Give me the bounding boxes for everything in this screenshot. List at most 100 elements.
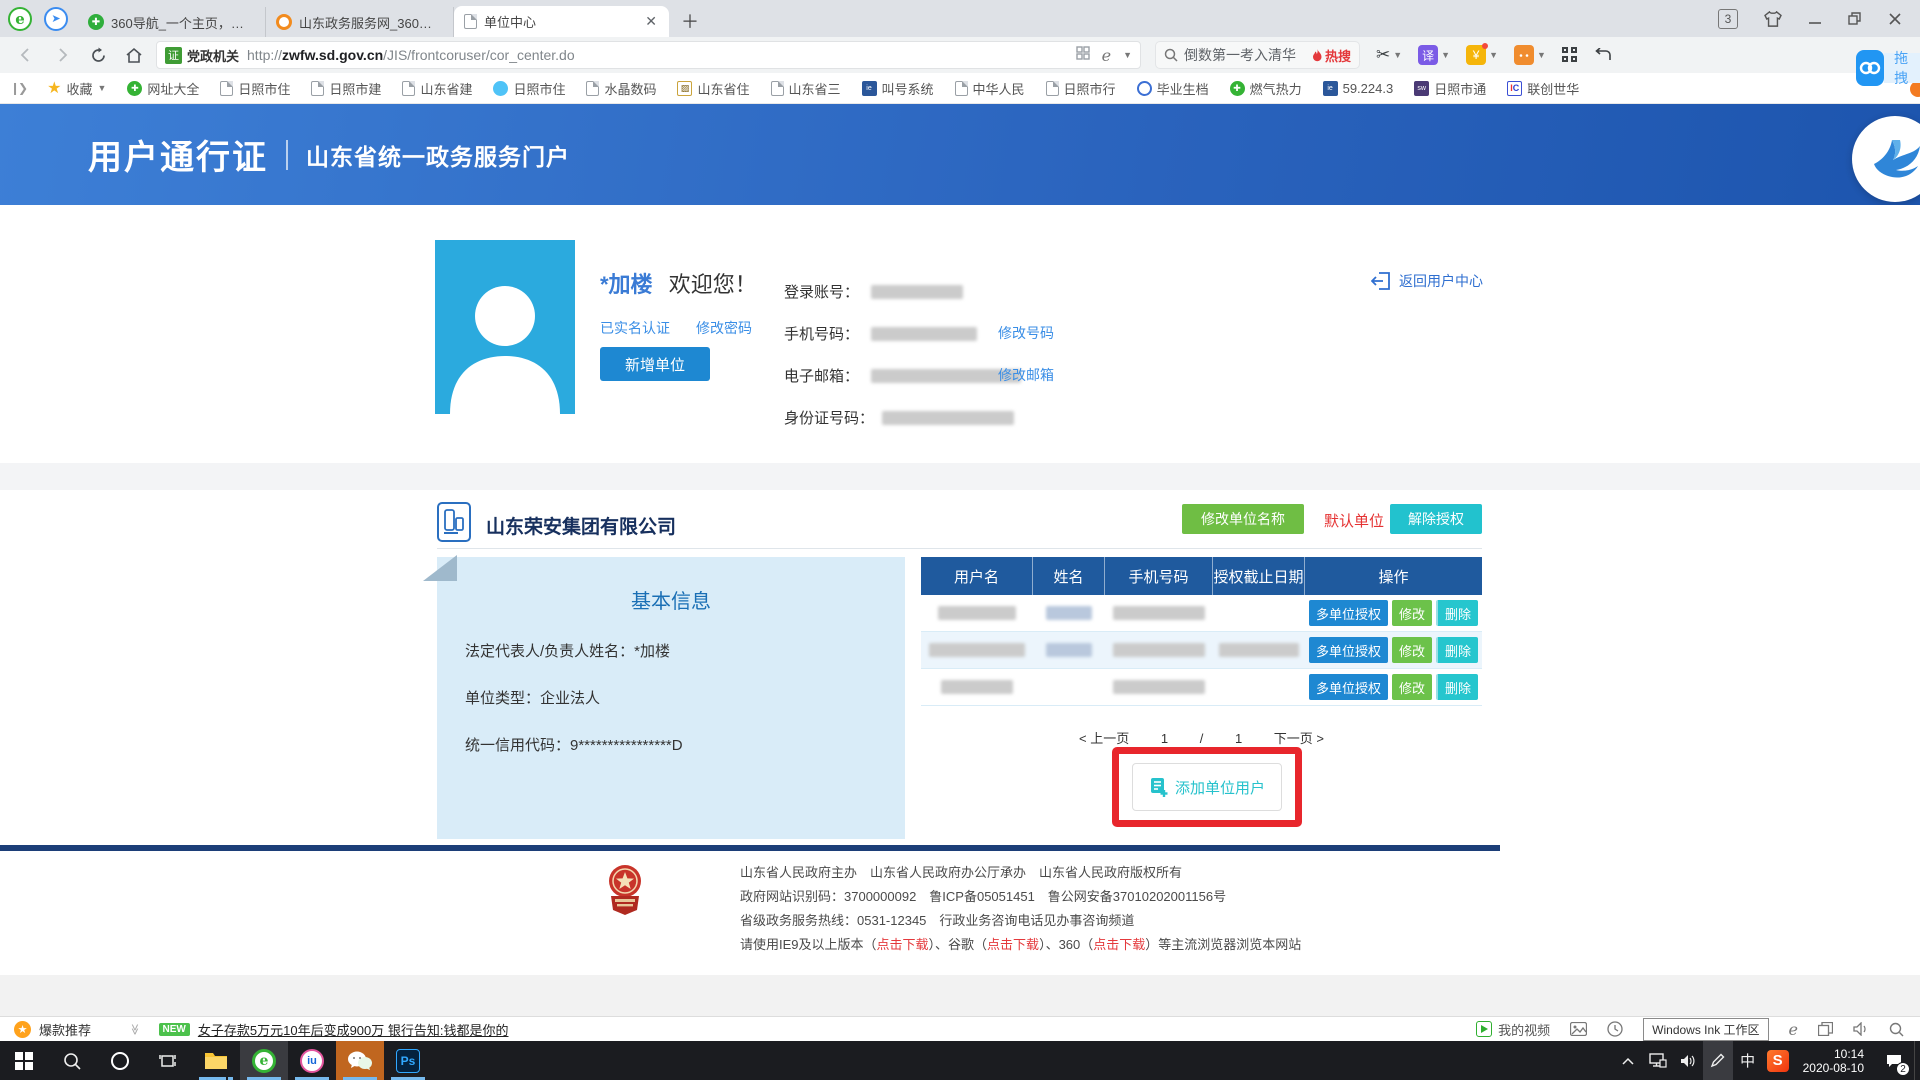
speaker-icon[interactable]	[1853, 1022, 1869, 1036]
ie-mode-icon[interactable]: e	[1789, 1020, 1798, 1039]
add-unit-button[interactable]: 新增单位	[600, 347, 710, 381]
new-tab-button[interactable]: ＋	[677, 8, 703, 34]
next-page-link[interactable]: 下一页 >	[1274, 731, 1324, 746]
tab-count-badge[interactable]: 3	[1718, 9, 1738, 29]
taskbar-search-button[interactable]	[48, 1041, 96, 1080]
refresh-icon[interactable]	[84, 41, 112, 69]
minimize-button[interactable]	[1808, 12, 1822, 26]
zoom-find-icon[interactable]	[1889, 1022, 1904, 1037]
image-viewer-icon[interactable]	[1570, 1022, 1587, 1036]
delete-button[interactable]: 删除	[1436, 674, 1478, 700]
save-grid-icon[interactable]	[1076, 46, 1090, 65]
modify-company-name-button[interactable]: 修改单位名称	[1182, 504, 1304, 534]
apps-grid-icon[interactable]	[1562, 47, 1578, 63]
browser-360-icon[interactable]: e	[8, 7, 32, 31]
game-tool[interactable]: ▼	[1514, 45, 1546, 65]
bookmark-item[interactable]: 毕业生档	[1137, 79, 1209, 98]
delete-button[interactable]: 删除	[1436, 637, 1478, 663]
tab-close-icon[interactable]: ✕	[643, 13, 659, 30]
windows-ink-pen-icon[interactable]	[1703, 1041, 1733, 1080]
bookmark-item[interactable]: IC联创世华	[1507, 79, 1579, 98]
screenshot-tool[interactable]: ✂▼	[1376, 45, 1402, 65]
history-clock-icon[interactable]	[1607, 1021, 1623, 1037]
nav-compass-icon[interactable]: ➤	[44, 7, 68, 31]
i4-tool-button[interactable]: iu	[288, 1041, 336, 1080]
browser-360-taskbar-button[interactable]: e	[240, 1041, 288, 1080]
sidebar-toggle-icon[interactable]: ❙❯	[10, 81, 26, 95]
back-icon[interactable]	[12, 41, 40, 69]
tab-360-search[interactable]: 山东政务服务网_360搜索	[266, 7, 454, 37]
bookmark-item[interactable]: sw日照市通	[1414, 79, 1486, 98]
bookmark-item[interactable]: 山东省三	[771, 79, 841, 98]
tab-unit-center[interactable]: 单位中心 ✕	[454, 6, 669, 37]
task-view-button[interactable]	[144, 1041, 192, 1080]
bookmark-item[interactable]: ✚网址大全	[127, 79, 199, 98]
compat-mode-icon[interactable]: e	[1102, 46, 1111, 65]
cortana-button[interactable]	[96, 1041, 144, 1080]
wechat-button[interactable]	[336, 1041, 384, 1080]
bookmark-item[interactable]: 中华人民	[955, 79, 1025, 98]
start-button[interactable]	[0, 1041, 48, 1080]
edit-button[interactable]: 修改	[1392, 600, 1432, 626]
window-split-icon[interactable]	[1818, 1022, 1833, 1036]
photoshop-button[interactable]: Ps	[384, 1041, 432, 1080]
bookmark-item[interactable]: 水晶数码	[586, 79, 656, 98]
multi-auth-button[interactable]: 多单位授权	[1309, 600, 1388, 626]
download-link[interactable]: 点击下载	[1093, 937, 1145, 952]
bookmark-item[interactable]: 山东省建	[402, 79, 472, 98]
bookmark-item[interactable]: 日照市住	[493, 79, 565, 98]
promo-headline-link[interactable]: 女子存款5万元10年后变成900万 银行告知:钱都是你的	[198, 1020, 509, 1039]
bookmark-item[interactable]: 日照市住	[220, 79, 290, 98]
multi-auth-button[interactable]: 多单位授权	[1309, 674, 1388, 700]
close-button[interactable]	[1888, 12, 1902, 26]
verified-link[interactable]: 已实名认证	[600, 318, 670, 338]
edit-button[interactable]: 修改	[1392, 674, 1432, 700]
chevron-down-icon[interactable]: ▼	[1123, 50, 1132, 60]
search-box[interactable]: 倒数第一考入清华 热搜	[1155, 41, 1360, 69]
recently-closed-icon[interactable]	[1594, 48, 1612, 62]
site-cert-chip[interactable]: 证 党政机关	[165, 46, 239, 65]
hot-search-link[interactable]: 热搜	[1312, 46, 1351, 65]
bookmark-item[interactable]: 日照市建	[311, 79, 381, 98]
add-unit-user-button[interactable]: 添加单位用户	[1132, 763, 1282, 811]
restore-button[interactable]	[1848, 12, 1862, 26]
my-video-link[interactable]: 我的视频	[1476, 1020, 1550, 1039]
tab-360-nav[interactable]: ✚ 360导航_一个主页，整个世界	[78, 7, 266, 37]
network-icon[interactable]	[1643, 1041, 1673, 1080]
prev-page-link[interactable]: < 上一页	[1079, 731, 1129, 746]
file-explorer-button[interactable]	[192, 1041, 240, 1080]
download-link[interactable]: 点击下载	[877, 937, 929, 952]
taskbar-clock[interactable]: 10:14 2020-08-10	[1793, 1047, 1874, 1075]
action-center-button[interactable]: 2	[1874, 1041, 1914, 1080]
theme-shirt-icon[interactable]	[1764, 11, 1782, 27]
change-email-link[interactable]: 修改邮箱	[998, 365, 1054, 385]
netdisk-drag-overlay[interactable]: 拖拽	[1856, 50, 1920, 86]
bookmark-item[interactable]: 日照市行	[1046, 79, 1116, 98]
default-unit-link[interactable]: 默认单位	[1324, 510, 1384, 531]
return-user-center-link[interactable]: 返回用户中心	[1371, 271, 1483, 291]
favorites-menu[interactable]: ★收藏▼	[47, 78, 106, 98]
tray-expand-icon[interactable]	[1613, 1041, 1643, 1080]
show-desktop-strip[interactable]	[1914, 1041, 1920, 1080]
ime-indicator[interactable]: 中	[1733, 1041, 1763, 1080]
multi-auth-button[interactable]: 多单位授权	[1309, 637, 1388, 663]
bookmark-item[interactable]: ie叫号系统	[862, 79, 934, 98]
bookmark-item[interactable]: ie59.224.3	[1323, 81, 1394, 96]
translate-tool[interactable]: 译▼	[1418, 45, 1450, 65]
home-icon[interactable]	[120, 41, 148, 69]
revoke-auth-button[interactable]: 解除授权	[1390, 504, 1482, 534]
chevron-double-icon[interactable]: ≫	[128, 1023, 141, 1035]
url-field[interactable]: 证 党政机关 http://zwfw.sd.gov.cn/JIS/frontco…	[156, 41, 1141, 69]
change-phone-link[interactable]: 修改号码	[998, 323, 1054, 343]
change-password-link[interactable]: 修改密码	[696, 318, 752, 338]
wallet-tool[interactable]: ¥▼	[1466, 45, 1498, 65]
delete-button[interactable]: 删除	[1436, 600, 1478, 626]
sogou-input-icon[interactable]: S	[1763, 1041, 1793, 1080]
forward-icon[interactable]	[48, 41, 76, 69]
bookmark-item[interactable]: ✚燃气热力	[1230, 79, 1302, 98]
volume-icon[interactable]	[1673, 1041, 1703, 1080]
netdisk-icon[interactable]	[1856, 50, 1884, 86]
edit-button[interactable]: 修改	[1392, 637, 1432, 663]
download-link[interactable]: 点击下载	[987, 937, 1039, 952]
bookmark-item[interactable]: ▨山东省住	[677, 79, 749, 98]
